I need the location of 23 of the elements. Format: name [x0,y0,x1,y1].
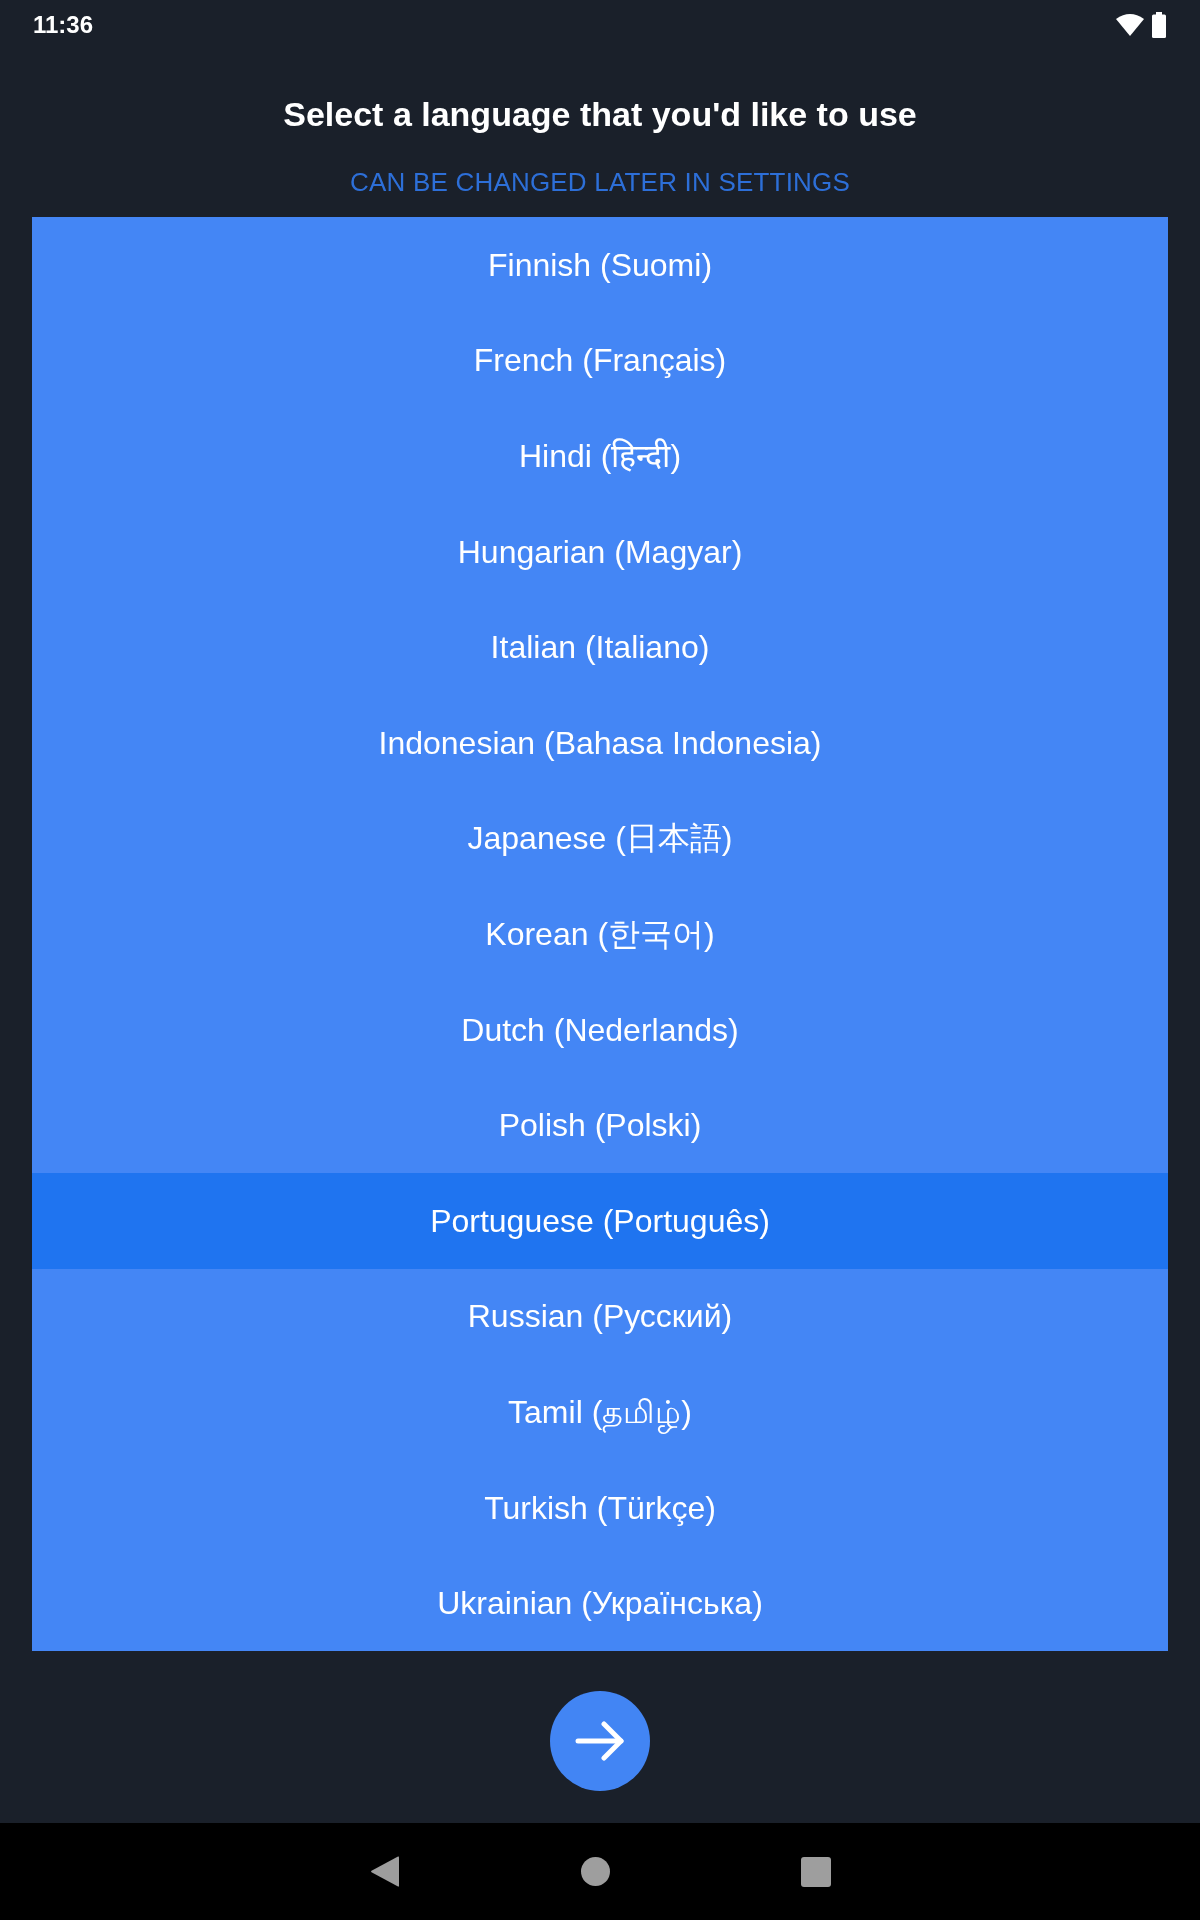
language-option[interactable]: Italian (Italiano) [32,599,1168,695]
language-option[interactable]: Ukrainian (Українська) [32,1555,1168,1651]
language-option[interactable]: Hungarian (Magyar) [32,503,1168,600]
wifi-icon [1116,14,1144,36]
language-option[interactable]: Indonesian (Bahasa Indonesia) [32,694,1168,791]
language-option[interactable]: Russian (Русский) [32,1268,1168,1365]
language-option[interactable]: Hindi (हिन्दी) [32,408,1168,504]
language-option[interactable]: Polish (Polski) [32,1077,1168,1173]
language-option[interactable]: Finnish (Suomi) [32,217,1168,313]
home-icon[interactable] [580,1857,610,1886]
language-option[interactable]: French (Français) [32,312,1168,409]
language-option[interactable]: Japanese (日本語) [32,790,1168,887]
language-option[interactable]: Turkish (Türkçe) [32,1459,1168,1556]
language-option[interactable]: Portuguese (Português) [32,1172,1168,1269]
status-time: 11:36 [33,10,94,40]
page-title: Select a language that you'd like to use [282,94,918,135]
page-subtitle: CAN BE CHANGED LATER IN SETTINGS [349,166,851,199]
language-option[interactable]: Korean (한국어) [32,886,1168,982]
recent-apps-icon[interactable] [800,1856,831,1887]
language-option[interactable]: Tamil (தமிழ்) [32,1364,1168,1460]
language-option[interactable]: Dutch (Nederlands) [32,981,1168,1078]
back-icon[interactable] [369,1855,400,1888]
battery-icon [1152,12,1166,38]
